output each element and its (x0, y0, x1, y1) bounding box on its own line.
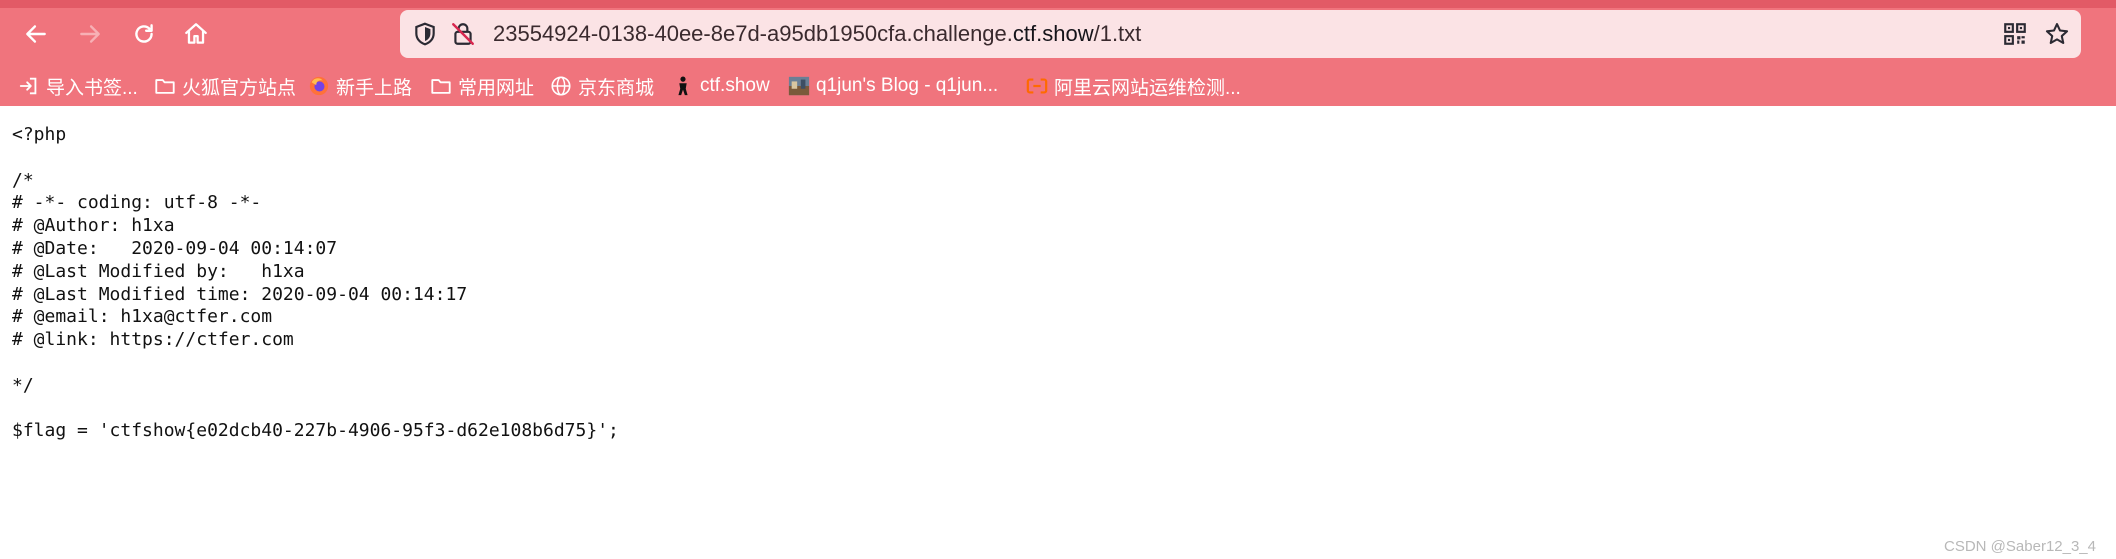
reload-icon (135, 24, 153, 43)
navigation-toolbar: 23554924-0138-40ee-8e7d-a95db1950cfa.cha… (0, 0, 2116, 66)
bookmark-q1jun-blog[interactable]: q1jun's Blog - q1jun... (788, 72, 998, 100)
file-line: # @Last Modified time: 2020-09-04 00:14:… (12, 283, 468, 305)
firefox-icon (309, 76, 329, 96)
url-prefix: 23554924-0138-40ee-8e7d-a95db1950cfa.cha… (493, 21, 1013, 46)
url-host: ctf.show (1012, 21, 1094, 46)
file-line: # @Author: h1xa (12, 215, 175, 237)
page-content: <?php /* # -*- coding: utf-8 -*- # @Auth… (0, 106, 2116, 559)
bookmark-ctfshow[interactable]: ctf.show (672, 72, 770, 100)
window-top-edge (0, 0, 2116, 8)
bookmark-aliyun[interactable]: 阿里云网站运维检测... (1026, 72, 1241, 100)
watermark: CSDN @Saber12_3_4 (1944, 538, 2096, 555)
arrow-right-icon (80, 25, 100, 43)
bookmarks-toolbar: 导入书签... 火狐官方站点 新手上路 常用网址 京东商城 ctf.show q… (0, 66, 2116, 106)
bookmark-label: 火狐官方站点 (182, 77, 297, 99)
ctfshow-icon (678, 76, 688, 96)
back-button[interactable] (16, 14, 56, 54)
file-line: */ (12, 374, 34, 396)
forward-button[interactable] (70, 14, 110, 54)
bookmark-getting-started[interactable]: 新手上路 (308, 72, 412, 100)
bookmark-label: 阿里云网站运维检测... (1054, 77, 1241, 99)
shield-icon[interactable] (412, 21, 438, 47)
bookmark-label: 导入书签... (46, 77, 138, 99)
folder-icon (431, 79, 451, 94)
bookmark-label: q1jun's Blog - q1jun... (816, 75, 999, 96)
address-bar[interactable]: 23554924-0138-40ee-8e7d-a95db1950cfa.cha… (400, 10, 2081, 58)
bookmark-label: 常用网址 (458, 77, 535, 99)
folder-icon (155, 79, 175, 94)
insecure-lock-icon[interactable] (450, 21, 476, 47)
qr-code-icon[interactable] (2002, 21, 2028, 47)
bookmark-jd[interactable]: 京东商城 (550, 72, 654, 100)
import-icon (19, 77, 37, 95)
home-button[interactable] (176, 14, 216, 54)
bookmark-label: 京东商城 (578, 77, 655, 99)
file-line: $flag = 'ctfshow{e02dcb40-227b-4906-95f3… (12, 420, 619, 442)
file-line: /* (12, 169, 34, 191)
file-line: # @Date: 2020-09-04 00:14:07 (12, 237, 338, 259)
bookmark-label: 新手上路 (336, 77, 413, 99)
globe-icon (551, 76, 571, 96)
bookmark-common-sites[interactable]: 常用网址 (430, 72, 534, 100)
url-path: /1.txt (1093, 21, 1142, 46)
bookmark-label: ctf.show (700, 75, 770, 96)
file-line: # -*- coding: utf-8 -*- (12, 192, 262, 214)
star-bookmark-icon[interactable] (2044, 21, 2070, 47)
aliyun-icon (1026, 78, 1048, 94)
browser-window: 23554924-0138-40ee-8e7d-a95db1950cfa.cha… (0, 0, 2116, 559)
file-line: <?php (12, 124, 67, 145)
file-line: # @email: h1xa@ctfer.com (12, 306, 273, 328)
arrow-left-icon (26, 25, 46, 43)
bookmark-import[interactable]: 导入书签... (18, 72, 138, 100)
reload-button[interactable] (124, 14, 164, 54)
file-line: # @Last Modified by: h1xa (12, 260, 305, 282)
file-text: <?php /* # -*- coding: utf-8 -*- # @Auth… (12, 124, 619, 443)
url-text[interactable]: 23554924-0138-40ee-8e7d-a95db1950cfa.cha… (493, 21, 1141, 47)
home-icon (185, 23, 207, 44)
bookmark-firefox-sites[interactable]: 火狐官方站点 (154, 72, 296, 100)
blog-favicon-icon (788, 76, 810, 96)
file-line: # @link: https://ctfer.com (12, 329, 294, 351)
